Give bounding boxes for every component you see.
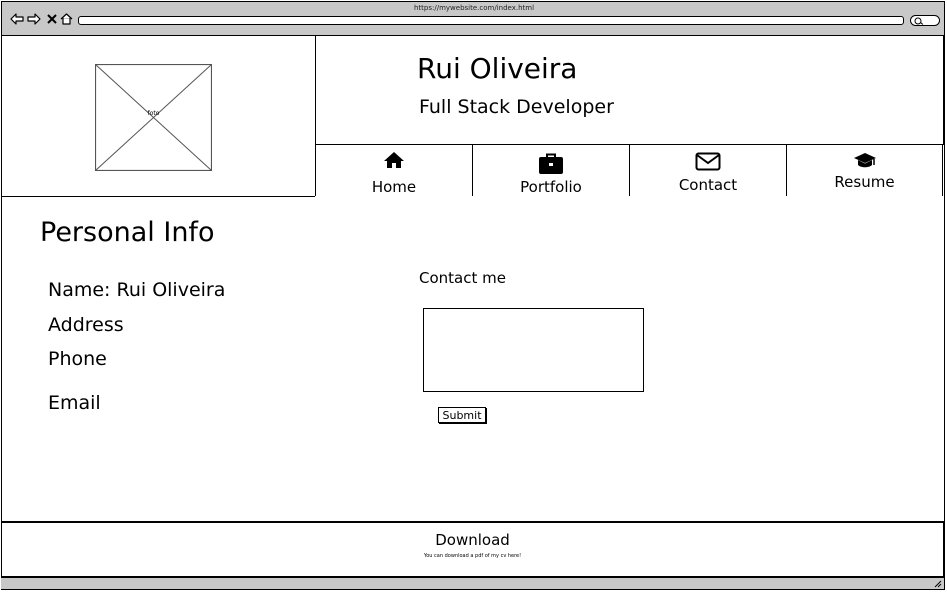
photo-panel: foto bbox=[1, 35, 316, 197]
house-icon bbox=[316, 151, 472, 169]
nav-item-portfolio[interactable]: Portfolio bbox=[472, 144, 630, 197]
search-field[interactable] bbox=[910, 15, 940, 26]
forward-arrow-icon[interactable] bbox=[27, 12, 41, 26]
info-phone: Phone bbox=[48, 348, 107, 370]
personal-info-panel: Personal Info Name: Rui Oliveira Address… bbox=[1, 196, 316, 522]
back-arrow-icon[interactable] bbox=[10, 12, 24, 26]
job-title: Full Stack Developer bbox=[419, 96, 614, 118]
photo-label: foto bbox=[147, 110, 160, 117]
info-name: Name: Rui Oliveira bbox=[48, 279, 226, 301]
nav-label-resume: Resume bbox=[834, 173, 895, 191]
profile-photo-placeholder: foto bbox=[94, 63, 213, 172]
nav-label-portfolio: Portfolio bbox=[520, 178, 582, 196]
graduation-cap-icon bbox=[787, 152, 942, 169]
header-panel: Rui Oliveira Full Stack Developer bbox=[315, 35, 944, 145]
search-icon bbox=[914, 17, 924, 25]
nav-item-resume[interactable]: Resume bbox=[786, 144, 943, 197]
close-icon[interactable] bbox=[45, 12, 59, 26]
info-email: Email bbox=[48, 392, 101, 414]
download-description: You can download a pdf of my cv here! bbox=[423, 553, 522, 559]
home-icon[interactable] bbox=[59, 12, 73, 26]
contact-label: Contact me bbox=[419, 269, 506, 287]
browser-toolbar: https://mywebsite.com/index.html bbox=[2, 2, 944, 37]
status-bar bbox=[1, 577, 944, 589]
page-title: Rui Oliveira bbox=[417, 52, 578, 85]
personal-info-title: Personal Info bbox=[40, 217, 215, 248]
image-placeholder-icon bbox=[94, 63, 213, 172]
nav-item-contact[interactable]: Contact bbox=[629, 144, 787, 197]
briefcase-icon bbox=[473, 153, 629, 175]
url-text: https://mywebsite.com/index.html bbox=[413, 4, 535, 12]
contact-section: Contact me Submit bbox=[315, 196, 944, 522]
nav-item-home[interactable]: Home bbox=[315, 144, 473, 197]
envelope-icon bbox=[630, 152, 786, 171]
info-address: Address bbox=[48, 314, 124, 336]
address-bar[interactable] bbox=[78, 16, 904, 25]
download-link[interactable]: Download bbox=[2, 531, 943, 549]
resize-grip-icon[interactable] bbox=[934, 580, 942, 588]
nav-label-home: Home bbox=[371, 178, 417, 196]
submit-button[interactable]: Submit bbox=[438, 407, 486, 423]
main-nav: Home Portfolio Contact Resume bbox=[315, 144, 944, 197]
footer-panel: Download You can download a pdf of my cv… bbox=[1, 522, 944, 577]
contact-message-input[interactable] bbox=[423, 308, 644, 392]
nav-label-contact: Contact bbox=[678, 176, 738, 194]
